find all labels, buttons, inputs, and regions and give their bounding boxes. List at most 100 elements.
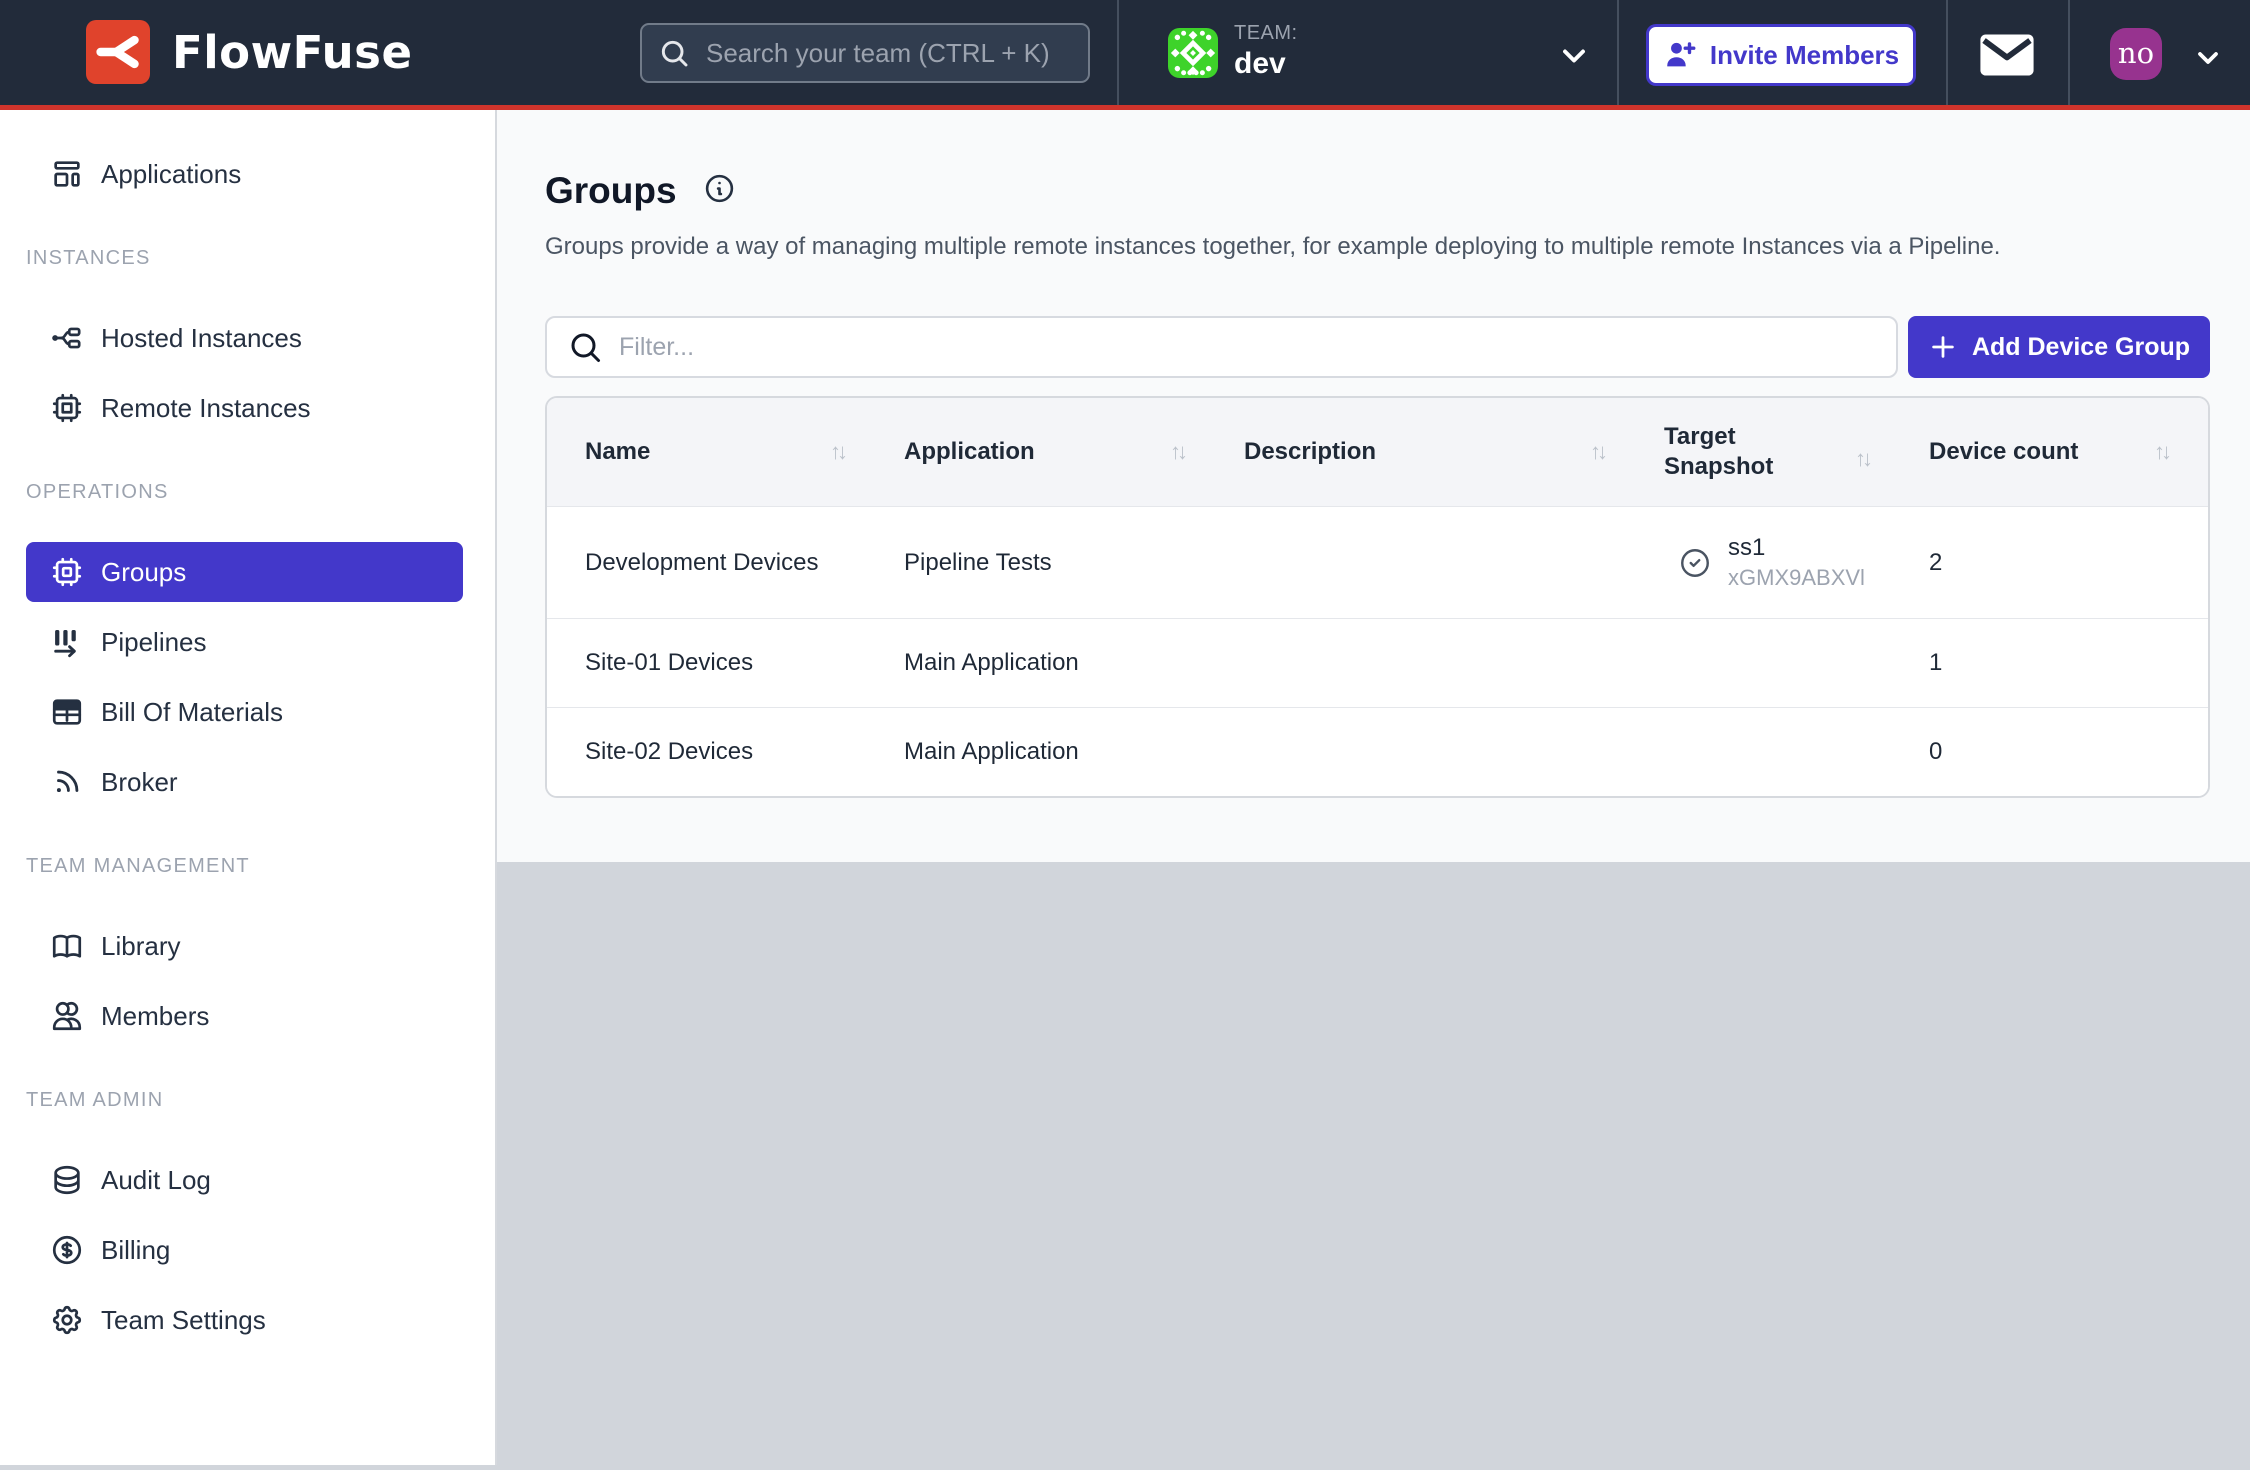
column-header-name[interactable]: Name ↑↓ (547, 438, 904, 466)
sidebar-section-operations: OPERATIONS (26, 481, 463, 504)
sort-icon[interactable]: ↑↓ (830, 439, 844, 465)
cell-application: Pipeline Tests (904, 549, 1244, 577)
info-icon[interactable] (703, 172, 736, 210)
sort-icon[interactable]: ↑↓ (1855, 446, 1869, 472)
sidebar-item-bill-of-materials[interactable]: Bill Of Materials (26, 682, 463, 742)
team-settings-icon (50, 1303, 84, 1337)
plus-icon (1928, 332, 1958, 362)
sidebar-item-label: Broker (101, 767, 178, 798)
sort-icon[interactable]: ↑↓ (1590, 439, 1604, 465)
table-row[interactable]: Site-02 Devices Main Application 0 (547, 707, 2208, 796)
user-initials: no (2118, 36, 2154, 70)
top-navbar: FlowFuse TEAM: dev (0, 0, 2250, 110)
sidebar-item-label: Library (101, 931, 180, 962)
filter-field (545, 316, 1898, 378)
user-add-icon (1663, 38, 1697, 72)
navbar-divider (2068, 0, 2070, 105)
audit-log-icon (50, 1163, 84, 1197)
pipelines-icon (50, 625, 84, 659)
brand-name: FlowFuse (172, 26, 413, 79)
column-header-target-snapshot[interactable]: Target Snapshot ↑↓ (1664, 422, 1929, 482)
sidebar-item-label: Audit Log (101, 1165, 211, 1196)
remote-instances-icon (50, 391, 84, 425)
user-menu-chevron-down-icon[interactable] (2192, 42, 2224, 79)
sidebar: Applications INSTANCES Hosted Instances … (0, 110, 497, 1465)
groups-icon (50, 555, 84, 589)
cell-name: Site-01 Devices (547, 649, 904, 677)
sidebar-item-label: Hosted Instances (101, 323, 302, 354)
team-selector[interactable]: TEAM: dev (1234, 22, 1298, 81)
sidebar-item-library[interactable]: Library (26, 916, 463, 976)
main-area: Groups Groups provide a way of managing … (497, 110, 2250, 1465)
sidebar-section-instances: INSTANCES (26, 247, 463, 270)
filter-search-icon (567, 329, 603, 370)
cell-device-count: 0 (1929, 738, 2208, 766)
sidebar-item-hosted-instances[interactable]: Hosted Instances (26, 308, 463, 368)
invite-members-label: Invite Members (1710, 40, 1899, 71)
cell-device-count: 1 (1929, 649, 2208, 677)
search-icon (658, 37, 690, 74)
sidebar-item-label: Groups (101, 557, 186, 588)
team-name: dev (1234, 47, 1298, 81)
add-device-group-button[interactable]: Add Device Group (1908, 316, 2210, 378)
sort-icon[interactable]: ↑↓ (2154, 439, 2168, 465)
broker-icon (50, 765, 84, 799)
navbar-divider (1946, 0, 1948, 105)
snapshot-id: xGMX9ABXVl (1728, 565, 1865, 591)
notifications-mail-icon[interactable] (1978, 32, 2036, 83)
cell-application: Main Application (904, 738, 1244, 766)
library-icon (50, 929, 84, 963)
sidebar-section-team-management: TEAM MANAGEMENT (26, 855, 463, 878)
filter-input[interactable] (545, 316, 1898, 378)
sidebar-item-audit-log[interactable]: Audit Log (26, 1150, 463, 1210)
groups-page: Groups Groups provide a way of managing … (497, 110, 2250, 862)
sidebar-item-members[interactable]: Members (26, 986, 463, 1046)
cell-name: Development Devices (547, 549, 904, 577)
invite-members-button[interactable]: Invite Members (1646, 24, 1916, 86)
table-row[interactable]: Development Devices Pipeline Tests ss1 x… (547, 506, 2208, 618)
billing-icon (50, 1233, 84, 1267)
team-search-input[interactable] (640, 23, 1090, 83)
sidebar-item-label: Billing (101, 1235, 170, 1266)
sidebar-item-groups[interactable]: Groups (26, 542, 463, 602)
cell-target-snapshot: ss1 xGMX9ABXVl (1664, 534, 1929, 591)
sidebar-section-team-admin: TEAM ADMIN (26, 1089, 463, 1112)
sidebar-item-pipelines[interactable]: Pipelines (26, 612, 463, 672)
cell-device-count: 2 (1929, 549, 2208, 577)
navbar-divider (1617, 0, 1619, 105)
cell-application: Main Application (904, 649, 1244, 677)
sidebar-item-applications[interactable]: Applications (26, 144, 463, 204)
sort-icon[interactable]: ↑↓ (1170, 439, 1184, 465)
sidebar-item-label: Bill Of Materials (101, 697, 283, 728)
sidebar-item-label: Remote Instances (101, 393, 311, 424)
navbar-divider (1117, 0, 1119, 105)
flowfuse-brand[interactable]: FlowFuse (86, 20, 413, 84)
add-device-group-label: Add Device Group (1972, 333, 2190, 362)
sidebar-item-remote-instances[interactable]: Remote Instances (26, 378, 463, 438)
sidebar-item-label: Team Settings (101, 1305, 266, 1336)
snapshot-name: ss1 (1728, 534, 1865, 562)
sidebar-item-label: Members (101, 1001, 209, 1032)
team-label: TEAM: (1234, 22, 1298, 45)
device-groups-table: Name ↑↓ Application ↑↓ Description ↑↓ Ta… (545, 396, 2210, 798)
sidebar-item-team-settings[interactable]: Team Settings (26, 1290, 463, 1350)
column-header-application[interactable]: Application ↑↓ (904, 438, 1244, 466)
check-circle-icon (1678, 546, 1712, 580)
hosted-instances-icon (50, 321, 84, 355)
page-description: Groups provide a way of managing multipl… (545, 233, 2210, 261)
team-chevron-down-icon[interactable] (1556, 38, 1592, 79)
table-row[interactable]: Site-01 Devices Main Application 1 (547, 618, 2208, 707)
sidebar-item-broker[interactable]: Broker (26, 752, 463, 812)
team-search (640, 23, 1090, 83)
sidebar-item-label: Applications (101, 159, 241, 190)
table-header-row: Name ↑↓ Application ↑↓ Description ↑↓ Ta… (547, 398, 2208, 506)
bill-of-materials-icon (50, 695, 84, 729)
column-header-description[interactable]: Description ↑↓ (1244, 438, 1664, 466)
flowfuse-logo-icon (86, 20, 150, 84)
user-avatar[interactable]: no (2110, 28, 2162, 80)
team-avatar[interactable] (1168, 28, 1218, 78)
column-header-device-count[interactable]: Device count ↑↓ (1929, 438, 2208, 466)
sidebar-item-billing[interactable]: Billing (26, 1220, 463, 1280)
cell-name: Site-02 Devices (547, 738, 904, 766)
sidebar-item-label: Pipelines (101, 627, 207, 658)
